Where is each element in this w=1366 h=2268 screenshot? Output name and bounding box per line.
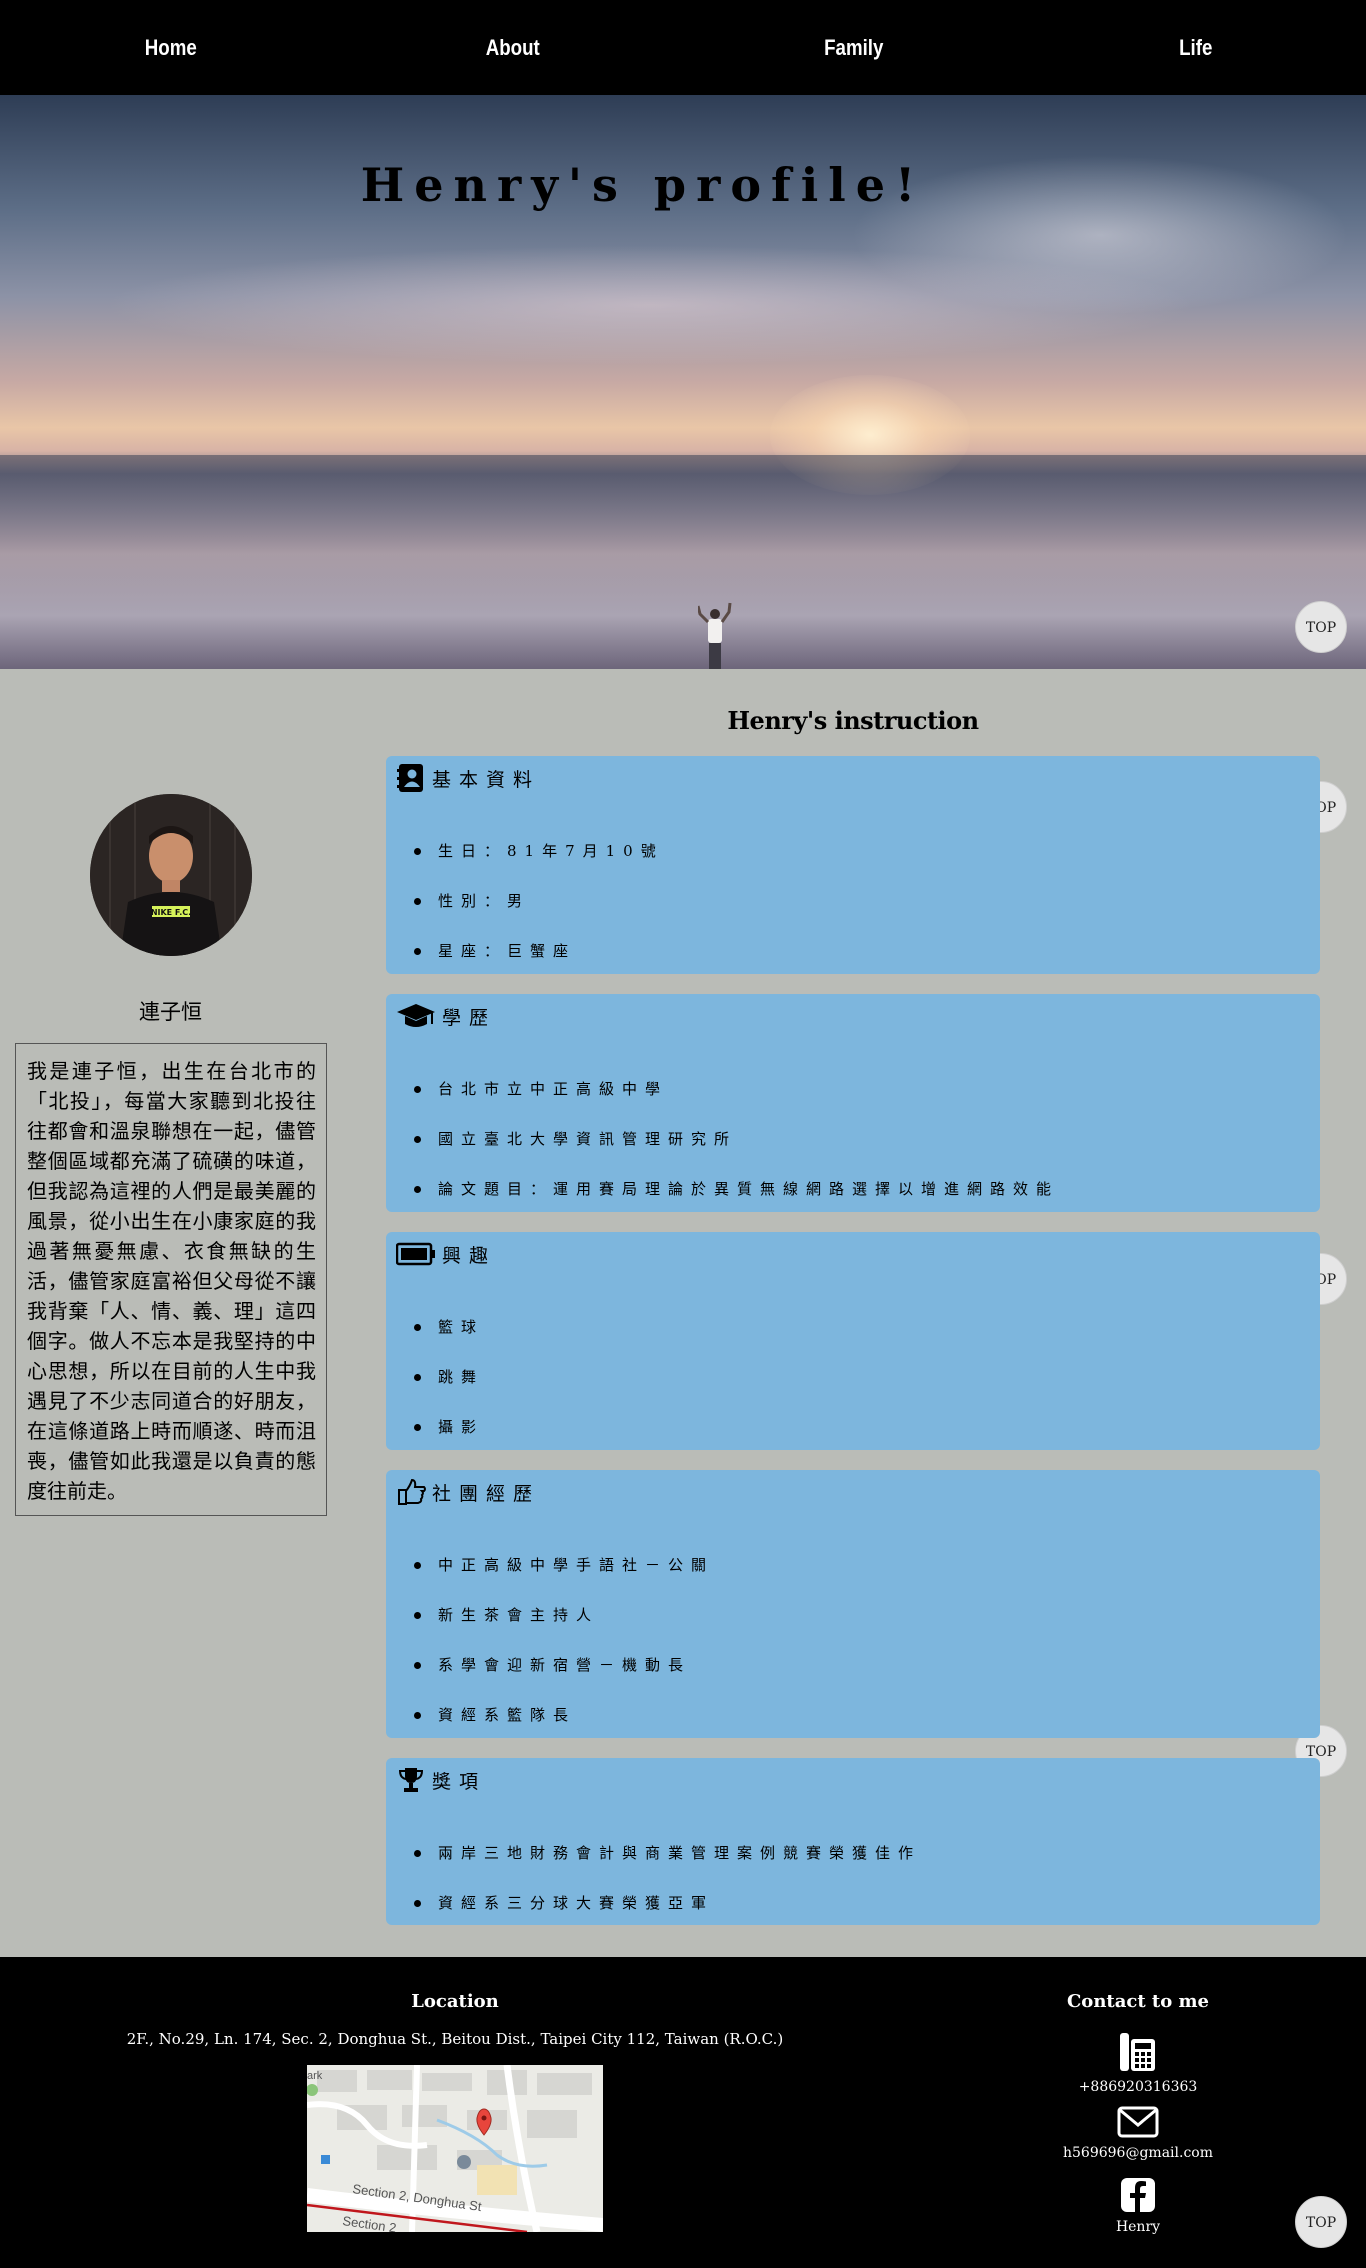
section-list: 生日：81年7月10號 性別：男 星座：巨蟹座 bbox=[414, 826, 664, 976]
contact-phone[interactable]: +886920316363 bbox=[1040, 2031, 1236, 2095]
address-text: 2F., No.29, Ln. 174, Sec. 2, Donghua St.… bbox=[126, 2030, 784, 2048]
nav-family-link[interactable]: Family bbox=[709, 0, 999, 95]
hand-pointing-icon bbox=[396, 1475, 426, 1509]
hero-title: Henry's profile! bbox=[360, 158, 926, 212]
list-item: 籃球 bbox=[414, 1302, 484, 1352]
section-title: 獎項 bbox=[432, 1770, 487, 1793]
list-item: 論文題目：運用賽局理論於異質無線網路選擇以增進網路效能 bbox=[414, 1164, 1059, 1214]
section-education: 學歷 台北市立中正高級中學 國立臺北大學資訊管理研究所 論文題目：運用賽局理論於… bbox=[386, 994, 1320, 1212]
section-clubs: 社團經歷 中正高級中學手語社－公關 新生茶會主持人 系學會迎新宿營－機動長 資經… bbox=[386, 1470, 1320, 1738]
envelope-icon bbox=[1040, 2105, 1236, 2143]
section-list: 中正高級中學手語社－公關 新生茶會主持人 系學會迎新宿營－機動長 資經系籃隊長 bbox=[414, 1540, 714, 1740]
map-park-label: ark bbox=[307, 2070, 323, 2082]
list-item: 星座：巨蟹座 bbox=[414, 926, 664, 976]
phone-number: +886920316363 bbox=[1078, 2079, 1198, 2095]
hero-cloud bbox=[100, 245, 1200, 365]
battery-icon bbox=[396, 1237, 436, 1271]
instruction-title: Henry's instruction bbox=[727, 706, 979, 735]
phone-icon bbox=[1040, 2031, 1236, 2077]
section-header: 學歷 bbox=[396, 999, 496, 1033]
section-basic-info: 基本資料 生日：81年7月10號 性別：男 星座：巨蟹座 bbox=[386, 756, 1320, 974]
nav-about-link[interactable]: About bbox=[367, 0, 657, 95]
facebook-icon bbox=[1040, 2177, 1236, 2217]
list-item: 系學會迎新宿營－機動長 bbox=[414, 1640, 714, 1690]
section-title: 基本資料 bbox=[432, 768, 541, 791]
list-item: 攝影 bbox=[414, 1402, 484, 1452]
section-list: 籃球 跳舞 攝影 bbox=[414, 1302, 484, 1452]
back-to-top-button[interactable]: TOP bbox=[1295, 601, 1347, 653]
list-item: 資經系三分球大賽榮獲亞軍 bbox=[414, 1878, 921, 1928]
list-item: 新生茶會主持人 bbox=[414, 1590, 714, 1640]
list-item: 台北市立中正高級中學 bbox=[414, 1064, 1059, 1114]
contact-title: Contact to me bbox=[1066, 1991, 1210, 2012]
section-hobbies: 興趣 籃球 跳舞 攝影 bbox=[386, 1232, 1320, 1450]
location-title: Location bbox=[411, 1991, 499, 2012]
section-header: 獎項 bbox=[396, 1763, 486, 1797]
contact-email[interactable]: h569696@gmail.com bbox=[1040, 2105, 1236, 2161]
svg-text:NIKE F.C.: NIKE F.C. bbox=[151, 908, 191, 917]
nav-home-link[interactable]: Home bbox=[26, 0, 316, 95]
graduation-cap-icon bbox=[396, 999, 436, 1033]
section-title: 學歷 bbox=[442, 1006, 497, 1029]
list-item: 兩岸三地財務會計與商業管理案例競賽榮獲佳作 bbox=[414, 1828, 921, 1878]
location-map[interactable]: Section 2, Donghua St Section 2 ark bbox=[307, 2065, 603, 2232]
list-item: 中正高級中學手語社－公關 bbox=[414, 1540, 714, 1590]
list-item: 跳舞 bbox=[414, 1352, 484, 1402]
back-to-top-button[interactable]: TOP bbox=[1295, 2196, 1347, 2248]
section-list: 台北市立中正高級中學 國立臺北大學資訊管理研究所 論文題目：運用賽局理論於異質無… bbox=[414, 1064, 1059, 1214]
section-title: 興趣 bbox=[442, 1244, 497, 1267]
trophy-icon bbox=[396, 1763, 426, 1797]
section-awards: 獎項 兩岸三地財務會計與商業管理案例競賽榮獲佳作 資經系三分球大賽榮獲亞軍 bbox=[386, 1758, 1320, 1925]
list-item: 生日：81年7月10號 bbox=[414, 826, 664, 876]
list-item: 性別：男 bbox=[414, 876, 664, 926]
profile-bio: 我是連子恒，出生在台北市的「北投」，每當大家聽到北投往往都會和溫泉聯想在一起，儘… bbox=[15, 1043, 327, 1516]
top-nav: Home About Family Life bbox=[0, 0, 1366, 95]
list-item: 資經系籃隊長 bbox=[414, 1690, 714, 1740]
hero-banner: Henry's profile! bbox=[0, 95, 1366, 669]
section-header: 社團經歷 bbox=[396, 1475, 540, 1509]
nav-life-link[interactable]: Life bbox=[1050, 0, 1340, 95]
contact-facebook[interactable]: Henry bbox=[1040, 2177, 1236, 2235]
section-list: 兩岸三地財務會計與商業管理案例競賽榮獲佳作 資經系三分球大賽榮獲亞軍 bbox=[414, 1828, 921, 1928]
contact-book-icon bbox=[396, 761, 426, 795]
person-silhouette bbox=[698, 602, 732, 669]
avatar: NIKE F.C. bbox=[90, 794, 252, 956]
facebook-name: Henry bbox=[1115, 2219, 1161, 2235]
section-header: 基本資料 bbox=[396, 761, 540, 795]
section-title: 社團經歷 bbox=[432, 1482, 541, 1505]
profile-name: 連子恒 bbox=[139, 1000, 202, 1024]
email-address: h569696@gmail.com bbox=[1063, 2145, 1213, 2161]
footer: Location 2F., No.29, Ln. 174, Sec. 2, Do… bbox=[0, 1957, 1366, 2268]
list-item: 國立臺北大學資訊管理研究所 bbox=[414, 1114, 1059, 1164]
hero-sea bbox=[0, 455, 1366, 669]
section-header: 興趣 bbox=[396, 1237, 496, 1271]
